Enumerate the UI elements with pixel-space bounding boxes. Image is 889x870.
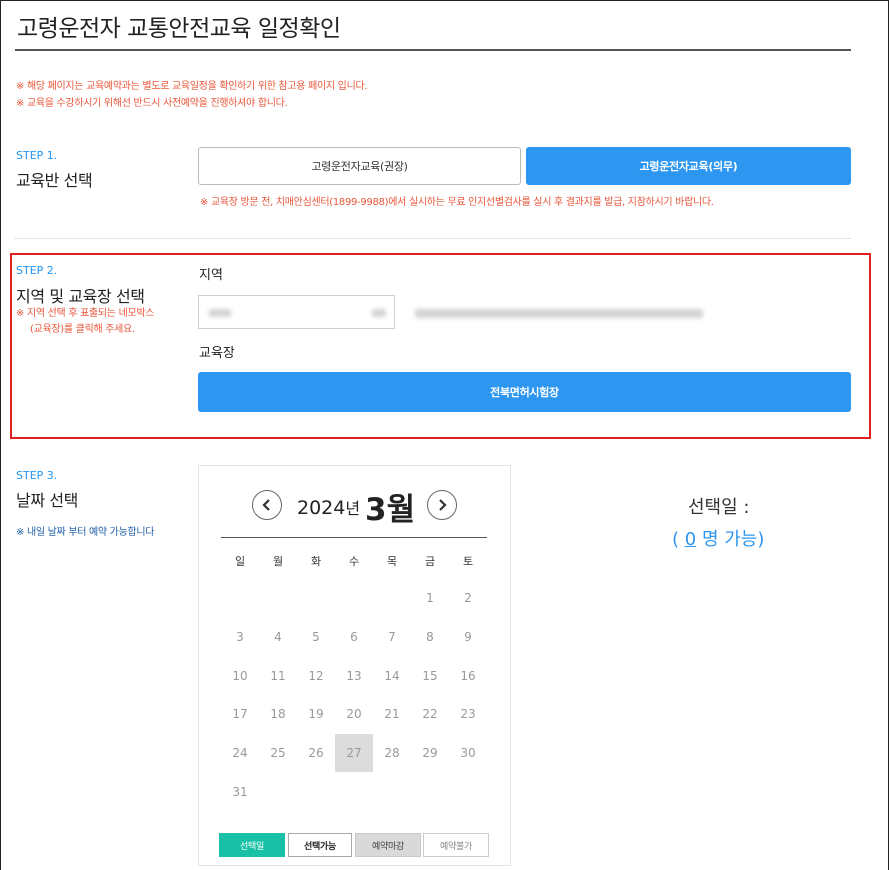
- chevron-right-icon: [439, 499, 447, 511]
- calendar-day[interactable]: 27: [335, 734, 373, 773]
- step2-note-line-2: (교육장)를 클릭해 주세요.: [30, 324, 135, 335]
- prev-month-button[interactable]: [252, 490, 282, 520]
- calendar-day[interactable]: 26: [297, 734, 335, 772]
- step2-label: STEP 2.: [16, 264, 58, 277]
- calendar-day[interactable]: 21: [373, 695, 411, 733]
- calendar-day[interactable]: 8: [411, 618, 449, 656]
- course-option-mandatory[interactable]: 고령운전자교육(의무): [526, 147, 851, 185]
- center-button[interactable]: 전북면허시험장: [198, 372, 851, 412]
- step3-label: STEP 3.: [16, 469, 58, 482]
- calendar-day[interactable]: 24: [221, 734, 259, 772]
- title-divider: [15, 49, 851, 51]
- calendar-day[interactable]: 5: [297, 618, 335, 656]
- calendar-day[interactable]: 14: [373, 657, 411, 695]
- calendar-day[interactable]: 19: [297, 695, 335, 733]
- calendar-day[interactable]: 18: [259, 695, 297, 733]
- weekday-header: 월: [272, 555, 284, 568]
- calendar-day[interactable]: 17: [221, 695, 259, 733]
- center-label: 교육장: [199, 346, 235, 361]
- step1-note: ※ 교육장 방문 전, 치매안심센터(1899-9988)에서 실시하는 무료 …: [200, 197, 714, 208]
- calendar-day[interactable]: 7: [373, 618, 411, 656]
- weekday-header: 목: [386, 555, 398, 568]
- calendar-day[interactable]: 9: [449, 618, 487, 656]
- calendar-day[interactable]: 29: [411, 734, 449, 772]
- step3-note: ※ 내일 날짜 부터 예약 가능합니다: [16, 527, 155, 538]
- calendar-day[interactable]: 15: [411, 657, 449, 695]
- calendar-day[interactable]: 4: [259, 618, 297, 656]
- notice-line-2: ※ 교육을 수강하시기 위해선 반드시 사전예약을 진행하셔야 합니다.: [16, 98, 288, 109]
- calendar-month: 3월: [365, 492, 416, 528]
- legend-selected: 선택일: [219, 833, 285, 857]
- calendar-year: 2024년: [297, 497, 361, 519]
- calendar-day[interactable]: 10: [221, 657, 259, 695]
- region-select[interactable]: [198, 295, 395, 329]
- region-label: 지역: [199, 268, 223, 283]
- notice-line-1: ※ 해당 페이지는 교육예약과는 별도로 교육일정을 확인하기 위한 참고용 페…: [16, 81, 368, 92]
- calendar-day[interactable]: 3: [221, 618, 259, 656]
- calendar-day[interactable]: 30: [449, 734, 487, 772]
- blurred-region-list: [415, 309, 703, 318]
- weekday-header: 일: [234, 555, 246, 568]
- calendar-day[interactable]: 6: [335, 618, 373, 656]
- weekday-header: 수: [348, 555, 360, 568]
- calendar-day[interactable]: 13: [335, 657, 373, 695]
- calendar-day[interactable]: 12: [297, 657, 335, 695]
- calendar-day[interactable]: 25: [259, 734, 297, 772]
- step1-label: STEP 1.: [16, 149, 58, 162]
- capacity-text: ( 0 명 가능): [672, 529, 765, 550]
- legend-unavailable: 예약불가: [423, 833, 489, 857]
- capacity-count: 0: [684, 529, 697, 550]
- calendar-day[interactable]: 23: [449, 695, 487, 733]
- calendar-divider: [221, 537, 487, 538]
- step1-title: 교육반 선택: [16, 171, 93, 190]
- next-month-button[interactable]: [427, 490, 457, 520]
- chevron-down-icon: [372, 309, 386, 317]
- selected-date-label: 선택일 :: [688, 497, 750, 518]
- step2-note-line-1: ※ 지역 선택 후 표출되는 네모박스: [16, 308, 155, 319]
- section-divider: [15, 238, 851, 239]
- weekday-header: 토: [462, 555, 474, 568]
- legend-available: 선택가능: [288, 833, 352, 857]
- weekday-header: 화: [310, 555, 322, 568]
- blurred-region-value: [209, 309, 231, 317]
- calendar-day[interactable]: 2: [449, 579, 487, 617]
- calendar-day[interactable]: 31: [221, 773, 259, 811]
- course-option-recommended[interactable]: 고령운전자교육(권장): [198, 147, 521, 185]
- calendar-day[interactable]: 20: [335, 695, 373, 733]
- chevron-left-icon: [262, 499, 270, 511]
- calendar-day[interactable]: 16: [449, 657, 487, 695]
- calendar-day[interactable]: 28: [373, 734, 411, 772]
- weekday-header: 금: [424, 555, 436, 568]
- step3-title: 날짜 선택: [16, 491, 78, 510]
- calendar-day[interactable]: 1: [411, 579, 449, 617]
- legend-closed: 예약마감: [355, 833, 421, 857]
- page-title: 고령운전자 교통안전교육 일정확인: [17, 16, 341, 42]
- step2-title: 지역 및 교육장 선택: [16, 287, 145, 306]
- calendar-day[interactable]: 22: [411, 695, 449, 733]
- calendar-day[interactable]: 11: [259, 657, 297, 695]
